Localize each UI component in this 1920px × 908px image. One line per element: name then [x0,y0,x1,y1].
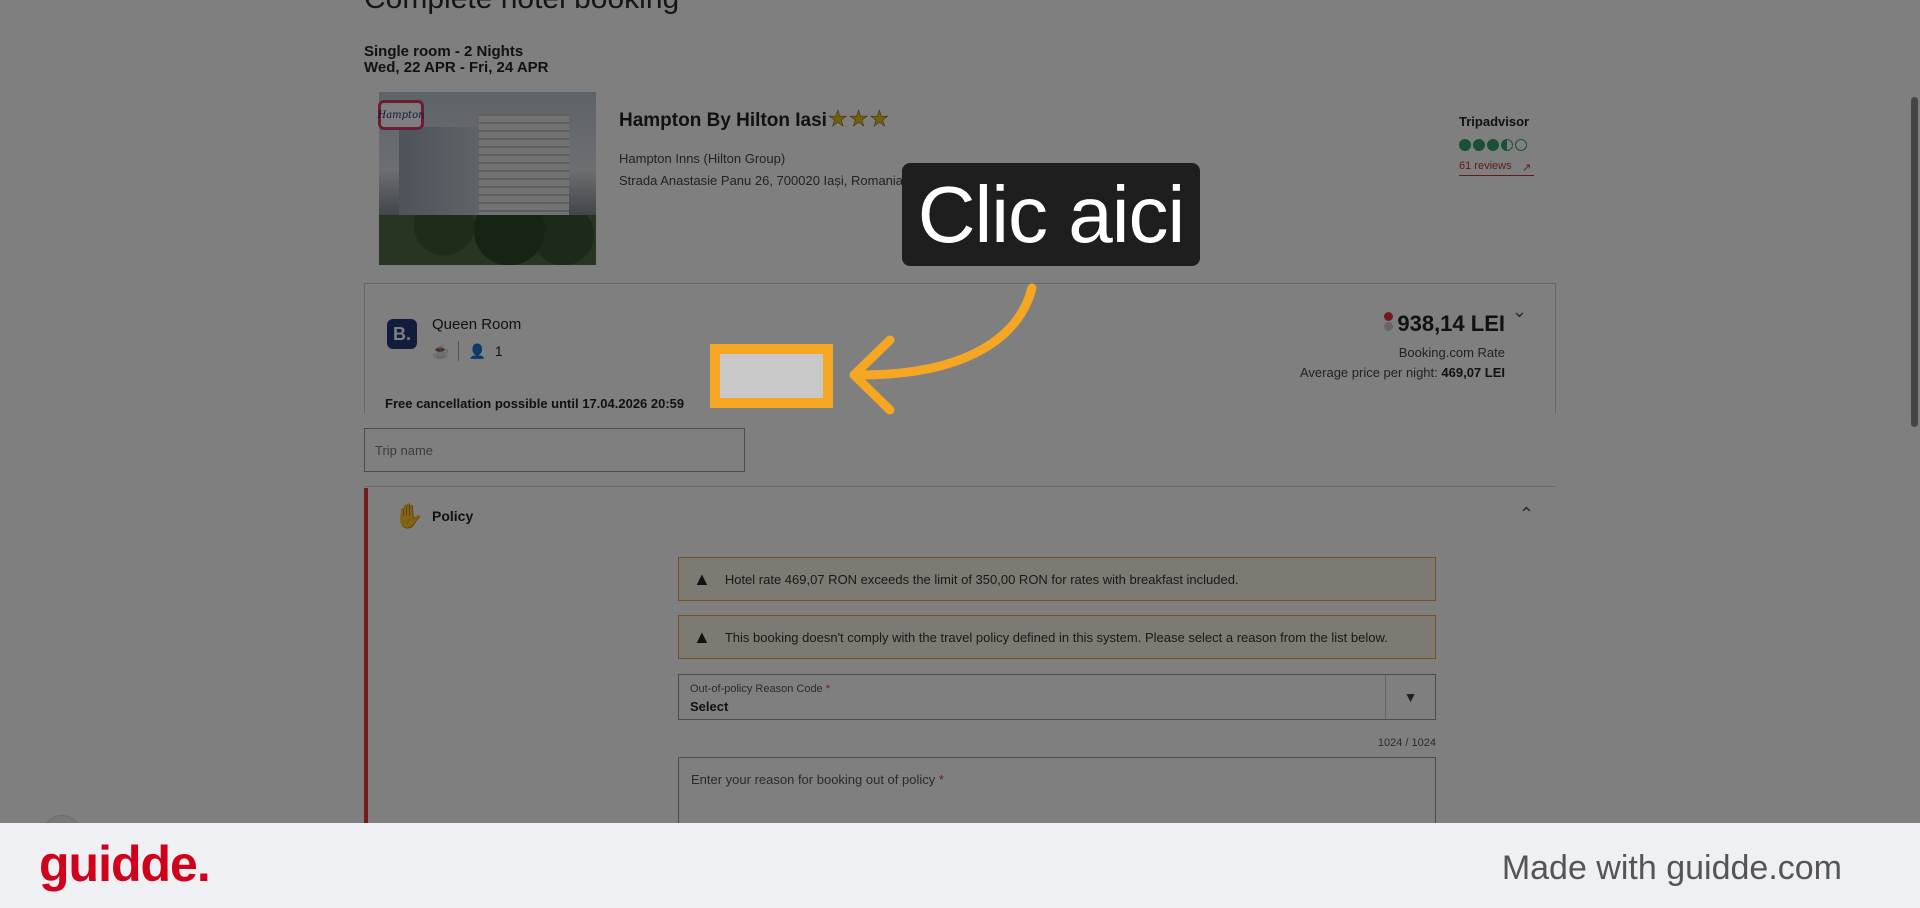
policy-traffic-light-icon [1384,312,1394,332]
dropdown-arrow-icon[interactable]: ▼ [1385,675,1435,719]
rating-dot-empty [1515,139,1527,151]
reason-placeholder: Enter your reason for booking out of pol… [691,772,944,787]
hotel-name[interactable]: Hampton By Hilton Iasi [619,110,827,132]
guest-count: 1 [494,343,503,359]
page-title: Complete hotel booking [364,0,679,16]
booking-summary: Single room - 2 Nights Wed, 22 APR - Fri… [364,44,549,76]
reason-code-value: Select [690,699,729,714]
rating-dot-full [1487,139,1499,151]
guidde-logo[interactable]: guidde. [39,835,211,893]
warning-text: This booking doesn't comply with the tra… [724,629,1388,645]
pointer-arrow-icon [849,283,1037,415]
click-target-highlight[interactable] [710,344,833,408]
tripadvisor-rating-dots [1459,139,1527,151]
warning-icon: ▲ [693,568,711,589]
room-total-price: 938,14 LEI [1397,311,1505,336]
rating-dot-full [1473,139,1485,151]
hint-callout: Clic aici [902,163,1200,266]
chevron-up-icon[interactable]: ⌃ [1519,504,1534,525]
reason-code-select[interactable]: Out-of-policy Reason Code * Select ▼ [678,674,1436,720]
made-with-guidde[interactable]: Made with guidde.com [1502,849,1842,888]
rating-dot-full [1459,139,1471,151]
external-link-icon[interactable]: ↗ [1522,161,1531,174]
hotel-star-rating: ★★★ [828,106,891,132]
reason-code-label: Out-of-policy Reason Code * [690,683,830,695]
cancellation-policy: Free cancellation possible until 17.04.2… [385,396,685,411]
chevron-down-icon[interactable]: ⌄ [1512,301,1527,322]
guidde-footer: guidde. Made with guidde.com [0,823,1920,908]
average-price-label: Average price per night: [1299,365,1438,380]
policy-warning: ▲ This booking doesn't comply with the t… [678,615,1436,659]
tripadvisor-label: Tripadvisor [1459,114,1530,129]
hotel-address: Strada Anastasie Panu 26, 700020 Iași, R… [619,173,904,188]
required-mark: * [825,683,831,695]
hotel-brand-logo: Hampton [377,100,425,130]
person-icon: 👤 [468,342,486,359]
character-count: 1024 / 1024 [1377,737,1436,749]
policy-title: Policy [432,508,474,524]
required-mark: * [938,772,944,787]
reason-placeholder-text: Enter your reason for booking out of pol… [691,772,936,787]
page-scrollbar[interactable] [1911,97,1918,427]
stop-hand-icon: ✋ [394,503,424,530]
rating-dot-half [1501,139,1513,151]
floating-widget-button[interactable] [42,815,82,823]
room-amenities: ☕ 👤 1 [432,341,503,361]
booking-com-icon: B. [387,319,417,349]
warning-icon: ▲ [693,626,711,647]
rate-type: Booking.com Rate [1398,345,1505,360]
amenity-divider [458,341,460,361]
room-name: Queen Room [432,316,522,333]
status-dot-gray [1384,322,1393,331]
average-price-value: 469,07 LEI [1441,365,1505,380]
room-summary: Single room - 2 Nights [364,43,524,60]
hotel-chain: Hampton Inns (Hilton Group) [619,151,786,166]
average-nightly-price: Average price per night: 469,07 LEI [1300,365,1505,380]
breakfast-cup-icon: ☕ [432,342,450,359]
hotel-photo-trees [379,215,596,265]
status-dot-red [1384,312,1393,321]
reason-textarea[interactable]: Enter your reason for booking out of pol… [678,757,1436,823]
section-divider [364,486,1556,487]
booking-dates: Wed, 22 APR - Fri, 24 APR [364,59,549,76]
reason-code-label-text: Out-of-policy Reason Code [690,683,823,695]
trip-name-input[interactable] [364,428,745,472]
policy-warning: ▲ Hotel rate 469,07 RON exceeds the limi… [678,557,1436,601]
policy-section: ✋ Policy ⌃ ▲ Hotel rate 469,07 RON excee… [364,488,1556,823]
warning-text: Hotel rate 469,07 RON exceeds the limit … [724,571,1239,587]
